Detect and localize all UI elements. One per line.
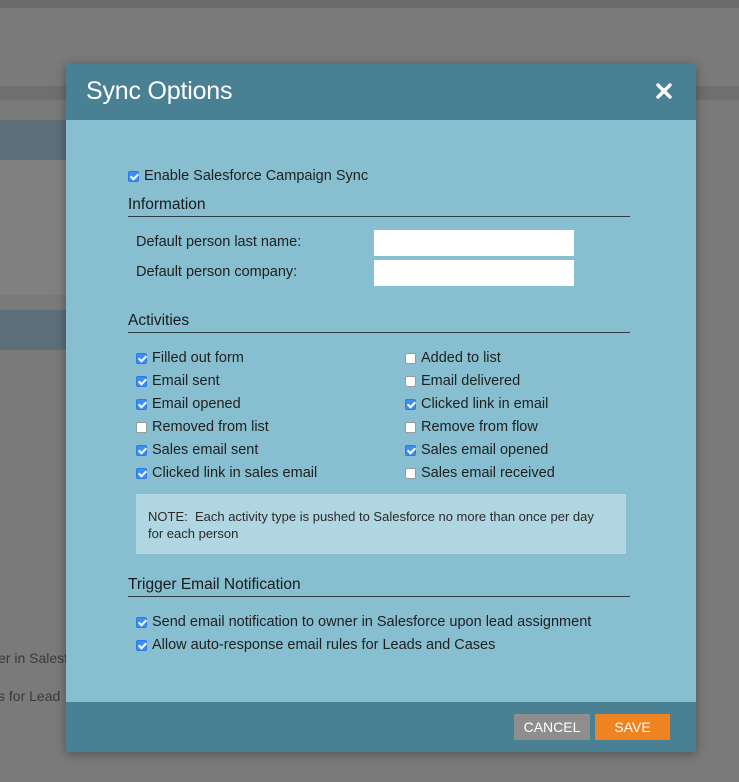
- checkbox[interactable]: [405, 421, 416, 433]
- activity-filled-out-form[interactable]: Filled out form: [136, 350, 244, 366]
- save-button[interactable]: SAVE: [595, 714, 670, 740]
- note-line-2: for each person: [148, 526, 239, 541]
- company-input[interactable]: [374, 260, 574, 286]
- background-panel: [0, 310, 70, 350]
- checkbox[interactable]: [136, 639, 147, 651]
- activity-label: Sales email sent: [152, 442, 259, 458]
- activity-clicked-link-in-email[interactable]: Clicked link in email: [405, 396, 548, 412]
- activity-added-to-list[interactable]: Added to list: [405, 350, 501, 366]
- checkbox[interactable]: [136, 616, 147, 628]
- cancel-button[interactable]: CANCEL: [514, 714, 590, 740]
- information-heading: Information: [128, 196, 630, 217]
- activity-label: Sales email opened: [421, 442, 549, 458]
- activity-label: Clicked link in email: [421, 396, 549, 412]
- background-panel-body: [0, 160, 70, 295]
- sync-options-dialog: Sync Options Enable Salesforce Campaign …: [66, 64, 696, 752]
- activity-label: Remove from flow: [421, 419, 538, 435]
- checkbox[interactable]: [405, 352, 416, 364]
- activity-email-opened[interactable]: Email opened: [136, 396, 241, 412]
- enable-sync-checkbox[interactable]: [128, 170, 139, 182]
- checkbox[interactable]: [405, 375, 416, 387]
- activity-label: Email opened: [152, 396, 241, 412]
- dialog-title: Sync Options: [86, 77, 233, 105]
- activity-removed-from-list[interactable]: Removed from list: [136, 419, 269, 435]
- last-name-input[interactable]: [374, 230, 574, 256]
- close-icon[interactable]: [654, 80, 674, 102]
- checkbox[interactable]: [405, 467, 416, 479]
- trigger-send-notification[interactable]: Send email notification to owner in Sale…: [136, 614, 591, 630]
- activity-label: Sales email received: [421, 465, 555, 481]
- activity-sales-email-opened[interactable]: Sales email opened: [405, 442, 548, 458]
- checkbox[interactable]: [136, 421, 147, 433]
- checkbox[interactable]: [136, 467, 147, 479]
- dialog-header: Sync Options: [66, 64, 696, 120]
- checkbox[interactable]: [136, 398, 147, 410]
- trigger-label: Allow auto-response email rules for Lead…: [152, 637, 496, 653]
- company-label: Default person company:: [136, 264, 298, 280]
- activity-label: Added to list: [421, 350, 501, 366]
- activity-email-sent[interactable]: Email sent: [136, 373, 220, 389]
- activity-sales-email-sent[interactable]: Sales email sent: [136, 442, 258, 458]
- dialog-footer: CANCEL SAVE: [66, 702, 696, 752]
- background-text: s for Lead: [0, 688, 61, 704]
- checkbox[interactable]: [136, 444, 147, 456]
- enable-sync-row[interactable]: Enable Salesforce Campaign Sync: [128, 168, 368, 184]
- checkbox[interactable]: [405, 398, 416, 410]
- activities-note: NOTE: Each activity type is pushed to Sa…: [136, 494, 626, 554]
- background-panel: [0, 120, 70, 160]
- trigger-heading: Trigger Email Notification: [128, 576, 630, 597]
- checkbox[interactable]: [136, 352, 147, 364]
- checkbox[interactable]: [136, 375, 147, 387]
- activity-label: Removed from list: [152, 419, 269, 435]
- last-name-label: Default person last name:: [136, 234, 302, 250]
- activity-remove-from-flow[interactable]: Remove from flow: [405, 419, 538, 435]
- background-top-strip: [0, 0, 739, 8]
- background-text: er in Salesf: [0, 650, 69, 666]
- activity-label: Email delivered: [421, 373, 521, 389]
- trigger-auto-response[interactable]: Allow auto-response email rules for Lead…: [136, 637, 495, 653]
- activity-sales-email-received[interactable]: Sales email received: [405, 465, 555, 481]
- activity-clicked-link-in-sales-email[interactable]: Clicked link in sales email: [136, 465, 317, 481]
- activity-label: Clicked link in sales email: [152, 465, 318, 481]
- activity-label: Email sent: [152, 373, 220, 389]
- activity-label: Filled out form: [152, 350, 244, 366]
- note-line-1: NOTE: Each activity type is pushed to Sa…: [148, 509, 594, 524]
- checkbox[interactable]: [405, 444, 416, 456]
- enable-sync-label: Enable Salesforce Campaign Sync: [144, 168, 369, 184]
- activities-heading: Activities: [128, 312, 630, 333]
- trigger-label: Send email notification to owner in Sale…: [152, 614, 592, 630]
- activity-email-delivered[interactable]: Email delivered: [405, 373, 520, 389]
